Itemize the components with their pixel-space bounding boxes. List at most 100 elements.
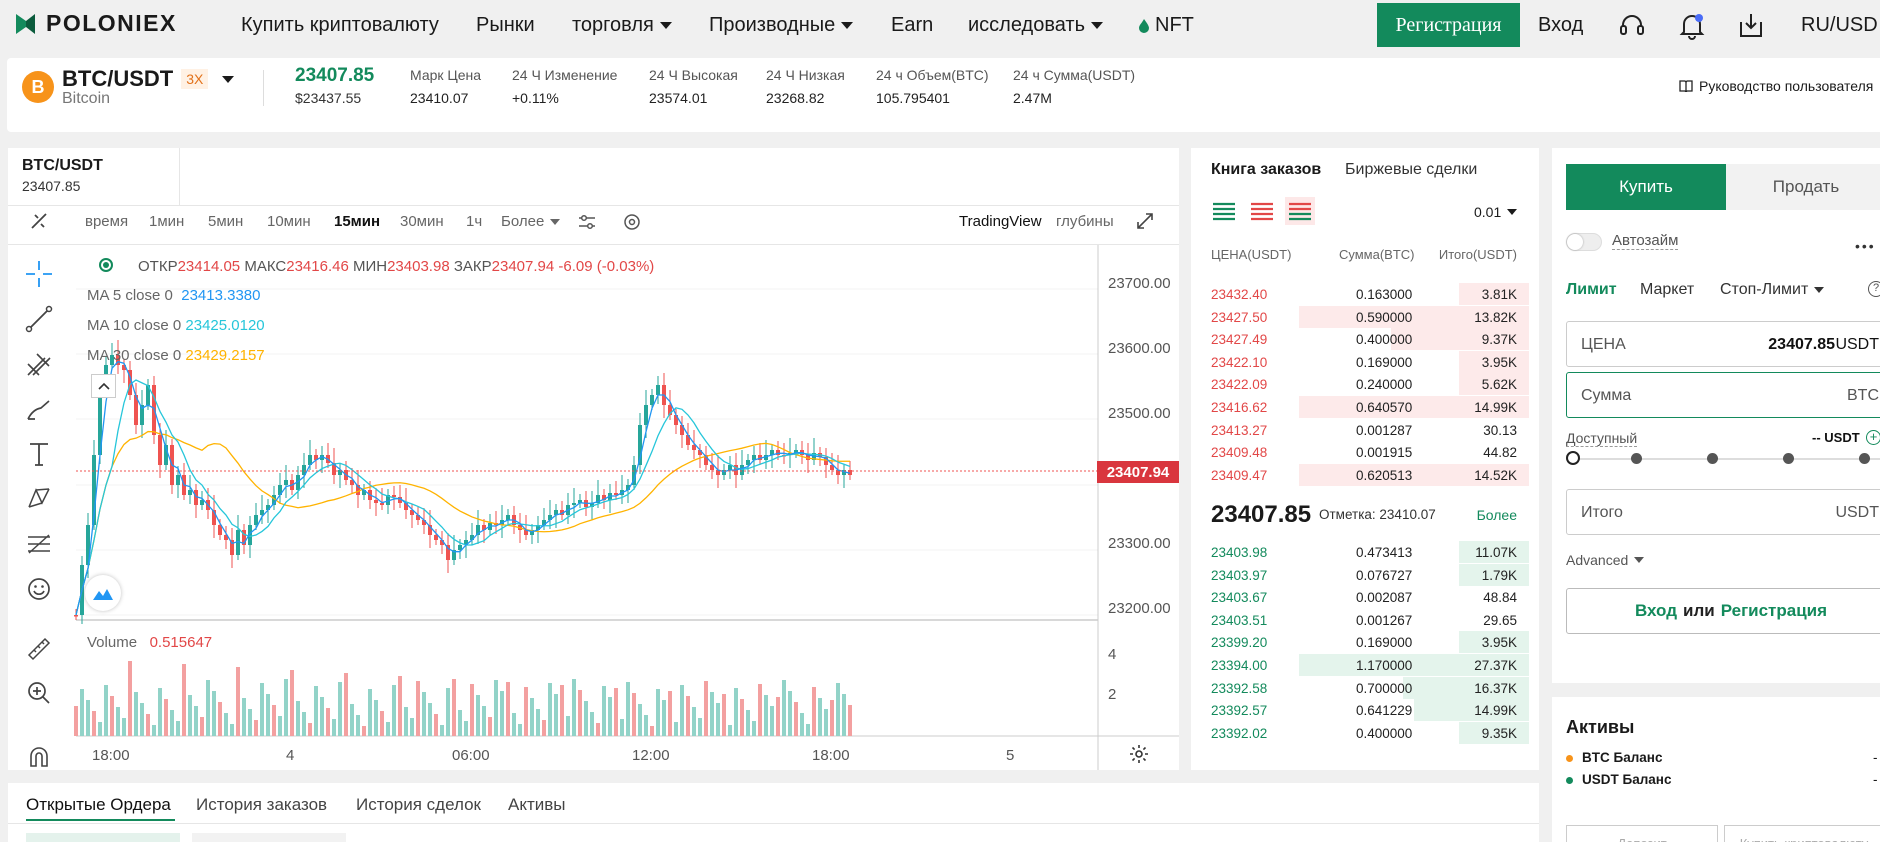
- filter-chip[interactable]: [26, 833, 180, 842]
- ask-row[interactable]: 23427.49 0.400000 9.37K: [1191, 328, 1539, 351]
- view-tradingview[interactable]: TradingView: [959, 213, 1042, 230]
- currency-selector[interactable]: RU/USD: [1801, 14, 1878, 37]
- interval-1m[interactable]: 1мин: [149, 213, 184, 230]
- ask-row[interactable]: 23427.50 0.590000 13.82K: [1191, 305, 1539, 328]
- interval-30m[interactable]: 30мин: [400, 213, 444, 230]
- bid-row[interactable]: 23403.97 0.076727 1.79K: [1191, 563, 1539, 586]
- precision-select[interactable]: 0.01: [1474, 204, 1518, 220]
- support-headset-icon[interactable]: [1619, 13, 1645, 44]
- interval-5m[interactable]: 5мин: [208, 213, 243, 230]
- total-cell: 14.52K: [1474, 467, 1517, 483]
- chart-settings-icon[interactable]: [623, 213, 641, 236]
- ask-row[interactable]: 23422.10 0.169000 3.95K: [1191, 350, 1539, 373]
- brand-logo[interactable]: POLONIEX: [14, 10, 177, 37]
- slider-handle[interactable]: [1566, 451, 1580, 465]
- order-type-market[interactable]: Маркет: [1640, 281, 1694, 299]
- nav-trade[interactable]: торговля: [572, 14, 672, 37]
- nav-nft[interactable]: NFT: [1139, 14, 1194, 37]
- bid-row[interactable]: 23392.57 0.641229 14.99K: [1191, 699, 1539, 722]
- filter-chip[interactable]: [192, 833, 346, 842]
- high-value: 23416.46: [286, 258, 349, 275]
- collapse-legend-button[interactable]: [91, 374, 116, 398]
- download-icon[interactable]: [1739, 12, 1763, 43]
- volume-bar: [836, 683, 840, 736]
- slider-step[interactable]: [1707, 453, 1718, 464]
- chart-pair-tab[interactable]: BTC/USDT 23407.85: [8, 148, 180, 205]
- slider-step[interactable]: [1783, 453, 1794, 464]
- autoloan-toggle[interactable]: [1566, 233, 1602, 251]
- book-both-icon[interactable]: [1211, 199, 1237, 223]
- precision-value: 0.01: [1474, 204, 1502, 220]
- advanced-toggle[interactable]: Advanced: [1566, 552, 1645, 568]
- nav-explore[interactable]: исследовать: [968, 14, 1103, 37]
- amount-slider[interactable]: [1572, 406, 1880, 408]
- order-type-stop-limit[interactable]: Стоп-Лимит: [1720, 281, 1825, 299]
- slider-track[interactable]: [1574, 458, 1880, 460]
- fullscreen-icon[interactable]: [1136, 212, 1154, 235]
- ask-row[interactable]: 23416.62 0.640570 14.99K: [1191, 396, 1539, 418]
- order-type-limit[interactable]: Лимит: [1566, 281, 1617, 299]
- total-field[interactable]: Итого USDT: [1566, 489, 1880, 535]
- or-text: или: [1683, 601, 1715, 620]
- slider-step[interactable]: [1859, 453, 1870, 464]
- bid-row[interactable]: 23392.02 0.400000 9.35K: [1191, 721, 1539, 744]
- bid-row[interactable]: 23394.00 1.170000 27.37K: [1191, 654, 1539, 676]
- more-options-icon[interactable]: •••: [1855, 238, 1876, 254]
- buy-crypto-button[interactable]: Купить криптовалюту: [1724, 825, 1880, 842]
- tab-open-orders[interactable]: Открытые Ордера: [26, 795, 171, 815]
- nav-derivatives[interactable]: Производные: [709, 14, 854, 37]
- ask-row[interactable]: 23422.09 0.240000 5.62K: [1191, 373, 1539, 396]
- indicator-settings-icon[interactable]: [578, 213, 596, 236]
- book-bids-icon[interactable]: [1285, 197, 1315, 225]
- tab-trade-history[interactable]: История сделок: [356, 795, 481, 815]
- add-funds-icon[interactable]: +: [1866, 430, 1880, 445]
- interval-1h[interactable]: 1ч: [466, 213, 482, 230]
- nav-earn[interactable]: Earn: [891, 14, 933, 37]
- buy-tab[interactable]: Купить: [1566, 164, 1726, 210]
- cloud-logo-icon[interactable]: [85, 575, 121, 611]
- orderbook-more-link[interactable]: Более: [1477, 507, 1517, 523]
- price-field[interactable]: ЦЕНА 23407.85 USDT: [1566, 321, 1880, 367]
- drawing-toggle-icon[interactable]: [30, 212, 48, 235]
- amount-field[interactable]: Сумма BTC: [1566, 372, 1880, 418]
- price-cell: 23409.47: [1211, 467, 1268, 483]
- signup-button[interactable]: Регистрация: [1377, 3, 1520, 47]
- ma-value: 23413.3380: [181, 287, 261, 304]
- login-link[interactable]: Вход: [1538, 14, 1583, 37]
- ask-row[interactable]: 23432.40 0.163000 3.81K: [1191, 283, 1539, 305]
- ask-row[interactable]: 23413.27 0.001287 30.13: [1191, 419, 1539, 441]
- view-depth[interactable]: глубины: [1056, 213, 1114, 230]
- bid-row[interactable]: 23392.58 0.700000 16.37K: [1191, 676, 1539, 699]
- login-link[interactable]: Вход: [1635, 601, 1677, 621]
- interval-15m[interactable]: 15мин: [334, 213, 380, 230]
- book-asks-icon[interactable]: [1249, 199, 1275, 223]
- gear-icon[interactable]: [1129, 744, 1149, 769]
- volume-bar: [632, 693, 636, 736]
- total-field-unit: USDT: [1835, 504, 1879, 521]
- slider-step[interactable]: [1631, 453, 1642, 464]
- interval-10m[interactable]: 10мин: [267, 213, 311, 230]
- interval-more[interactable]: Более: [501, 213, 561, 230]
- help-icon[interactable]: ?: [1868, 281, 1880, 297]
- user-guide-link[interactable]: Руководство пользователя: [1679, 78, 1873, 94]
- autoloan-label[interactable]: Автозайм: [1612, 232, 1679, 250]
- nav-buy-crypto[interactable]: Купить криптовалюту: [241, 14, 439, 37]
- sell-tab[interactable]: Продать: [1726, 164, 1880, 210]
- tab-order-history[interactable]: История заказов: [196, 795, 327, 815]
- bell-icon[interactable]: [1679, 12, 1705, 45]
- nav-markets[interactable]: Рынки: [476, 14, 535, 37]
- interval-time[interactable]: время: [85, 213, 128, 230]
- price-field-label: ЦЕНА: [1581, 336, 1626, 353]
- tab-orderbook[interactable]: Книга заказов: [1211, 161, 1321, 179]
- pair-selector[interactable]: BTC/USDT 3X: [62, 66, 235, 92]
- bid-row[interactable]: 23399.20 0.169000 3.95K: [1191, 631, 1539, 654]
- bid-row[interactable]: 23403.98 0.473413 11.07K: [1191, 541, 1539, 563]
- tab-assets[interactable]: Активы: [508, 795, 566, 815]
- ask-row[interactable]: 23409.48 0.001915 44.82: [1191, 441, 1539, 463]
- bid-row[interactable]: 23403.67 0.002087 48.84: [1191, 586, 1539, 608]
- deposit-button[interactable]: Депозит: [1566, 825, 1718, 842]
- ask-row[interactable]: 23409.47 0.620513 14.52K: [1191, 463, 1539, 486]
- bid-row[interactable]: 23403.51 0.001267 29.65: [1191, 609, 1539, 631]
- tab-trades[interactable]: Биржевые сделки: [1345, 161, 1477, 179]
- register-link[interactable]: Регистрация: [1721, 601, 1827, 621]
